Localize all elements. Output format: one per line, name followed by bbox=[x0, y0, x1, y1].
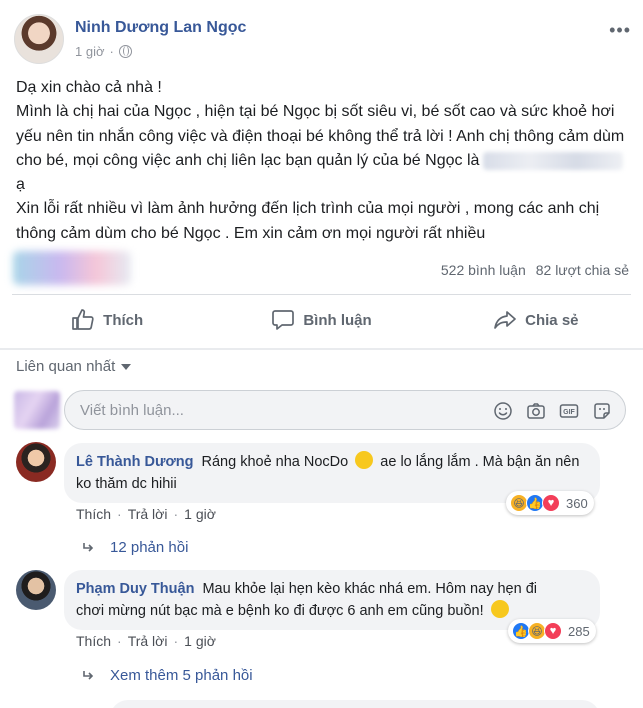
reply-arrow-icon bbox=[83, 542, 94, 552]
commenter-avatar[interactable] bbox=[16, 570, 56, 610]
comment-icon bbox=[272, 310, 295, 330]
current-user-avatar bbox=[14, 391, 60, 429]
comment-reactions[interactable]: 👍 😆 ♥ 285 bbox=[508, 619, 596, 643]
comment-reply-link[interactable]: Trả lời bbox=[128, 506, 168, 522]
replies-label: Xem thêm 5 phản hồi bbox=[110, 667, 253, 684]
sad-emoji-icon bbox=[490, 600, 509, 618]
reply-arrow-icon bbox=[83, 670, 94, 680]
like-label: Thích bbox=[103, 311, 144, 329]
divider bbox=[12, 294, 631, 295]
comment-time[interactable]: 1 giờ bbox=[184, 633, 216, 649]
dot-separator: · bbox=[173, 506, 179, 522]
view-replies-link[interactable]: 12 phản hồi bbox=[82, 539, 188, 556]
sticker-icon[interactable] bbox=[591, 400, 613, 422]
more-options-icon[interactable]: ••• bbox=[609, 20, 631, 41]
dot-separator: · bbox=[117, 633, 122, 649]
facebook-post: Ninh Dương Lan Ngọc 1 giờ · ••• Dạ xin c… bbox=[0, 0, 643, 708]
comment-line: Phạm Duy Thuận Mau khỏe lại hẹn kèo khác… bbox=[76, 578, 588, 600]
comment-reactions[interactable]: 😆 👍 ♥ 360 bbox=[506, 491, 594, 515]
post-text-line: Xin lỗi rất nhiều vì làm ảnh hưởng đến l… bbox=[16, 200, 600, 242]
dot-separator: · bbox=[173, 633, 179, 649]
blurred-contact bbox=[483, 151, 624, 170]
post-text-line: ạ bbox=[16, 176, 25, 194]
svg-text:GIF: GIF bbox=[563, 409, 575, 416]
comment-actions: Thích · Trả lời · 1 giờ bbox=[76, 506, 216, 522]
post-meta: 1 giờ · bbox=[75, 44, 132, 59]
commenter-name[interactable]: Lê Thành Dương bbox=[76, 454, 193, 470]
dot-separator: · bbox=[109, 44, 114, 59]
comment-like-link[interactable]: Thích bbox=[76, 506, 111, 522]
globe-icon[interactable] bbox=[118, 45, 132, 58]
reaction-summary-blurred[interactable] bbox=[13, 251, 131, 285]
comment-time[interactable]: 1 giờ bbox=[184, 506, 216, 522]
share-button[interactable]: Chia sẻ bbox=[429, 298, 643, 342]
like-button[interactable]: Thích bbox=[0, 298, 214, 342]
comment-input[interactable] bbox=[80, 400, 470, 420]
shares-count[interactable]: 82 lượt chia sẻ bbox=[536, 262, 629, 278]
love-reaction-icon: ♥ bbox=[542, 494, 560, 512]
comment-actions: Thích · Trả lời · 1 giờ bbox=[76, 633, 216, 649]
sort-label: Liên quan nhất bbox=[16, 358, 116, 375]
replies-label: 12 phản hồi bbox=[110, 539, 189, 556]
dot-separator: · bbox=[117, 506, 122, 522]
comment-text: Mau khỏe lại hẹn kèo khác nhá em. Hôm na… bbox=[202, 581, 537, 597]
comment-text: Ráng khoẻ nha NocDo bbox=[201, 454, 349, 470]
section-divider bbox=[0, 348, 643, 350]
next-reply-bubble bbox=[110, 700, 600, 708]
pacman-emoji-icon bbox=[355, 451, 374, 469]
author-name[interactable]: Ninh Dương Lan Ngọc bbox=[75, 19, 246, 37]
camera-icon[interactable] bbox=[525, 400, 547, 422]
comment-label: Bình luận bbox=[303, 311, 372, 329]
gif-icon[interactable]: GIF bbox=[558, 400, 580, 422]
engagement-counts: 522 bình luận 82 lượt chia sẻ bbox=[441, 262, 629, 278]
reaction-count: 285 bbox=[568, 623, 590, 639]
action-bar: Thích Bình luận Chia sẻ bbox=[0, 298, 643, 342]
share-arrow-icon bbox=[494, 311, 516, 329]
post-text: Dạ xin chào cả nhà ! Mình là chị hai của… bbox=[16, 76, 628, 246]
caret-down-icon bbox=[121, 363, 132, 370]
love-reaction-icon: ♥ bbox=[544, 622, 562, 640]
commenter-avatar[interactable] bbox=[16, 442, 56, 482]
emoji-icon[interactable] bbox=[492, 400, 514, 422]
reaction-count: 360 bbox=[566, 495, 588, 511]
post-text-line: Dạ xin chào cả nhà ! bbox=[16, 79, 162, 96]
post-text-paragraph: Mình là chị hai của Ngọc , hiện tại bé N… bbox=[16, 100, 628, 197]
commenter-name[interactable]: Phạm Duy Thuận bbox=[76, 581, 194, 597]
comment-button[interactable]: Bình luận bbox=[214, 298, 428, 342]
comment-sort-dropdown[interactable]: Liên quan nhất bbox=[16, 358, 132, 375]
comment-reply-link[interactable]: Trả lời bbox=[128, 633, 168, 649]
comment-text: chơi mừng nút bạc mà e bệnh ko đi được 6… bbox=[76, 603, 484, 619]
thumbs-up-icon bbox=[72, 309, 94, 330]
comment-like-link[interactable]: Thích bbox=[76, 633, 111, 649]
comments-count[interactable]: 522 bình luận bbox=[441, 262, 526, 278]
author-avatar[interactable] bbox=[14, 14, 64, 64]
share-label: Chia sẻ bbox=[525, 311, 579, 329]
post-time[interactable]: 1 giờ bbox=[75, 44, 105, 59]
view-more-replies-link[interactable]: Xem thêm 5 phản hồi bbox=[82, 667, 253, 684]
comment-composer[interactable]: GIF bbox=[64, 390, 626, 430]
comment-line: chơi mừng nút bạc mà e bệnh ko đi được 6… bbox=[76, 600, 588, 622]
composer-icons: GIF bbox=[492, 400, 613, 422]
